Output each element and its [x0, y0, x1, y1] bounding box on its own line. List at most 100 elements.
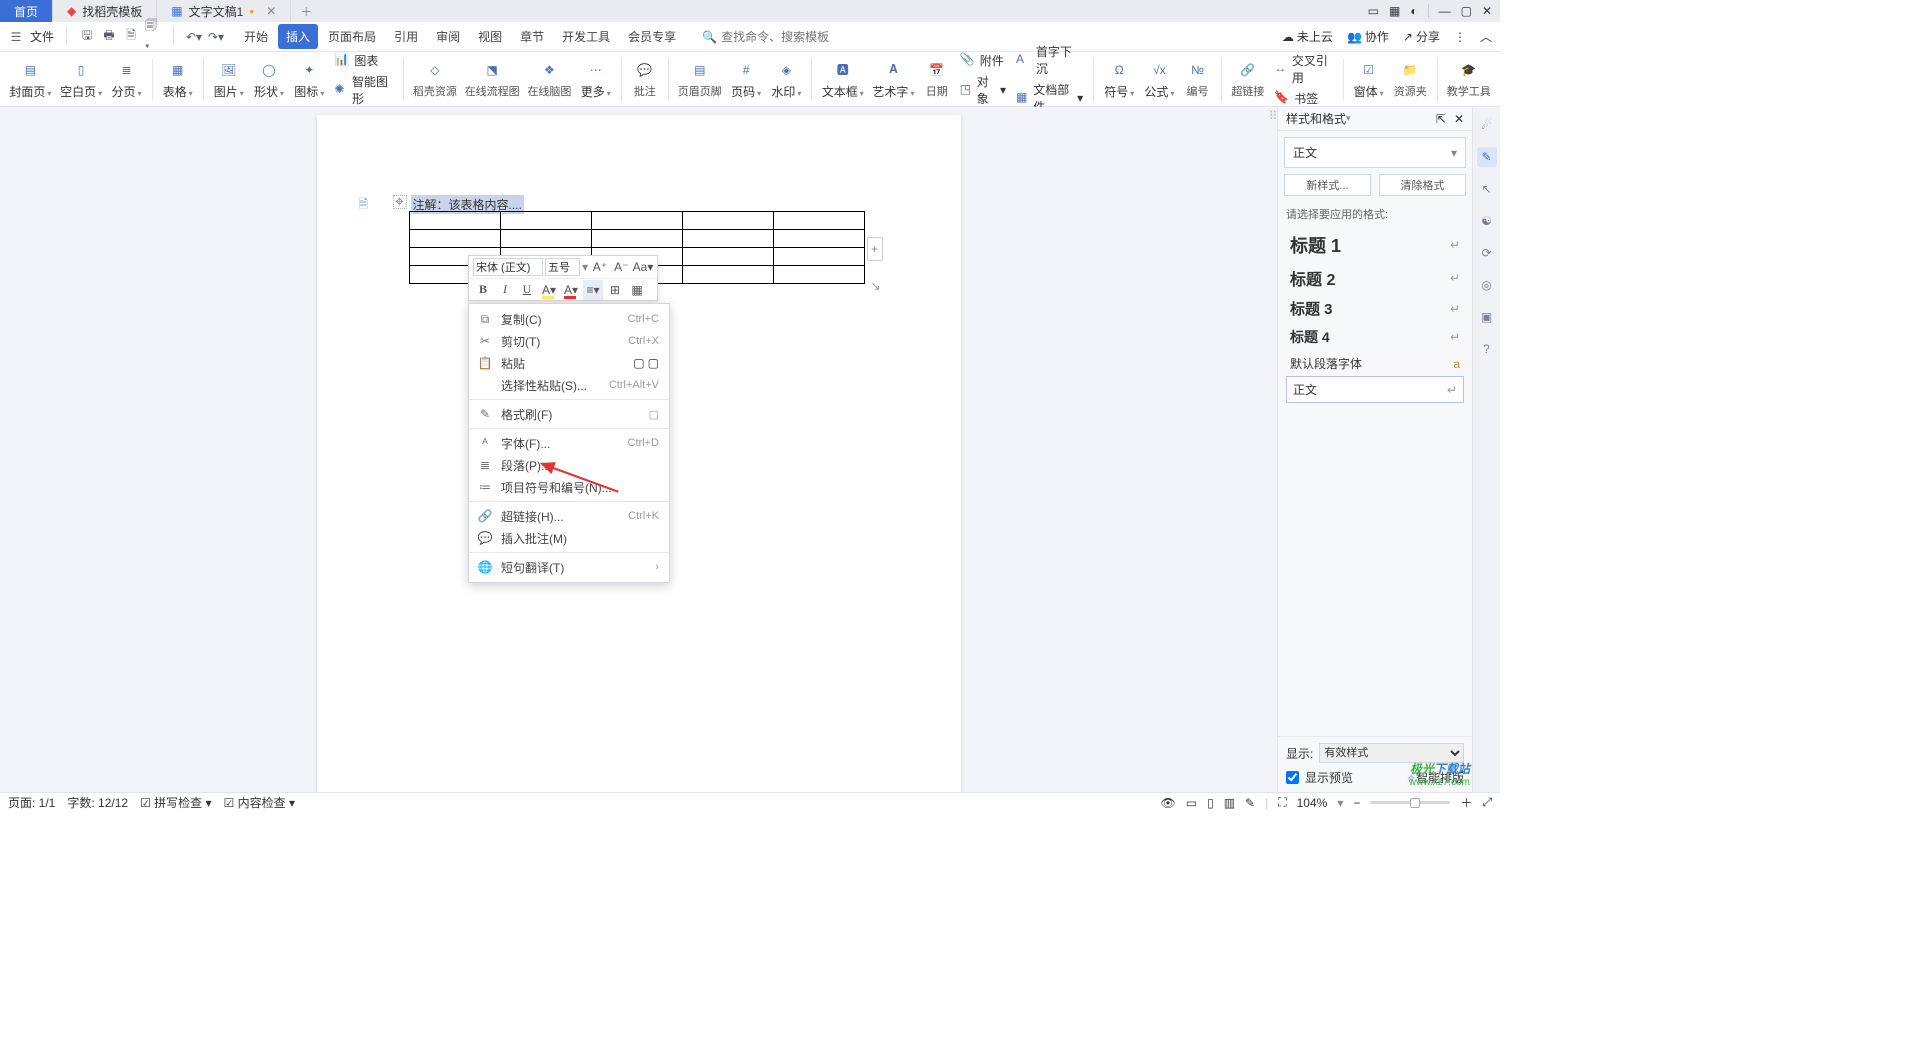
file-menu[interactable]: 文件 [30, 28, 54, 45]
watermark-button[interactable]: ◈水印▾ [767, 57, 805, 102]
fit-page-icon[interactable]: ⛶ [1278, 795, 1286, 810]
attachment-button[interactable]: 📎附件 [956, 51, 1010, 70]
menu-member[interactable]: 会员专享 [620, 24, 684, 49]
zoom-slider[interactable] [1370, 801, 1450, 804]
formula-button[interactable]: √x公式▾ [1140, 57, 1178, 102]
close-tab-icon[interactable]: ✕ [266, 4, 276, 18]
style-default-font[interactable]: 默认段落字体a [1284, 351, 1466, 376]
more-menu-icon[interactable]: ⋮ [1454, 30, 1466, 44]
style-heading1[interactable]: 标题 1↵ [1284, 228, 1466, 262]
docer-resource-button[interactable]: ◇稻壳资源 [410, 57, 460, 101]
menu-icon[interactable]: ☰ [8, 29, 24, 45]
icon-button[interactable]: ✦图标▾ [290, 57, 328, 102]
cloud-status[interactable]: ☁未上云 [1282, 28, 1333, 45]
picture-button[interactable]: 🖼图片▾ [210, 57, 248, 102]
object-button[interactable]: ◳对象▾ [956, 72, 1010, 108]
shrink-font-icon[interactable]: A⁻ [612, 257, 631, 277]
underline-button[interactable]: U [517, 280, 537, 300]
crossref-button[interactable]: ↔交叉引用 [1270, 51, 1336, 87]
smartart-button[interactable]: ✺智能图形 [330, 72, 396, 108]
coop-button[interactable]: 👥协作 [1347, 28, 1389, 45]
side-styles-icon[interactable]: ✎ [1477, 147, 1497, 167]
menu-review[interactable]: 审阅 [428, 24, 468, 49]
wordart-button[interactable]: 𝐀艺术字▾ [869, 57, 918, 102]
italic-button[interactable]: I [495, 280, 515, 300]
change-case-icon[interactable]: Aa▾ [633, 257, 653, 277]
print-icon[interactable]: 🖶 [101, 29, 117, 45]
brush-opt-icon[interactable]: ▢ [649, 408, 659, 421]
menu-view[interactable]: 视图 [470, 24, 510, 49]
ctx-cut[interactable]: ✂剪切(T)Ctrl+X [469, 330, 669, 352]
table-button[interactable]: ▦表格▾ [159, 57, 197, 102]
undo-icon[interactable]: ↶▾ [186, 29, 202, 45]
date-button[interactable]: 📅日期 [920, 57, 954, 101]
preview-checkbox[interactable] [1286, 771, 1299, 784]
menu-start[interactable]: 开始 [236, 24, 276, 49]
layout-mode-icon[interactable]: ▭ [1368, 4, 1379, 18]
show-select[interactable]: 有效样式 [1319, 743, 1464, 763]
ctx-paste[interactable]: 📋粘贴▢ ▢ [469, 352, 669, 374]
collapse-ribbon-icon[interactable]: ︿ [1480, 28, 1492, 45]
view-outline-icon[interactable]: ▥ [1224, 796, 1235, 810]
print-preview-icon[interactable]: 🗎 [123, 29, 139, 45]
side-shapes-icon[interactable]: ☯ [1477, 211, 1497, 231]
menu-insert[interactable]: 插入 [278, 24, 318, 49]
skin-icon[interactable]: ◐ [1410, 4, 1417, 18]
menu-chapter[interactable]: 章节 [512, 24, 552, 49]
blank-page-button[interactable]: ▯空白页▾ [57, 57, 106, 102]
table-resize-handle-icon[interactable]: ↘ [871, 279, 881, 293]
ctx-bullets[interactable]: ≔项目符号和编号(N)... [469, 476, 669, 498]
align-button[interactable]: ≡▾ [583, 280, 603, 300]
ctx-hyperlink[interactable]: 🔗超链接(H)...Ctrl+K [469, 505, 669, 527]
ctx-translate[interactable]: 🌐短句翻译(T)› [469, 556, 669, 578]
numbering-button[interactable]: №编号 [1181, 57, 1215, 101]
style-heading2[interactable]: 标题 2↵ [1284, 262, 1466, 294]
font-color-button[interactable]: A▾ [561, 280, 581, 300]
tab-home[interactable]: 首页 [0, 0, 53, 22]
comment-button[interactable]: 💬批注 [628, 57, 662, 101]
textbox-button[interactable]: 🅰文本框▾ [818, 57, 867, 102]
chart-button[interactable]: 📊图表 [330, 51, 396, 70]
hyperlink-button[interactable]: 🔗超链接 [1227, 57, 1268, 101]
ctx-format-brush[interactable]: ✎格式刷(F)▢ [469, 403, 669, 425]
page-break-button[interactable]: ≣分页▾ [107, 57, 145, 102]
save-icon[interactable]: 🖫 [79, 29, 95, 45]
dropcap-button[interactable]: A首字下沉 [1012, 42, 1087, 78]
clear-format-button[interactable]: 清除格式 [1379, 174, 1466, 196]
app-grid-icon[interactable]: ▦ [1389, 4, 1400, 18]
view-read-icon[interactable]: 👁 [1161, 796, 1176, 810]
bookmark-button[interactable]: 🔖书签 [1270, 89, 1336, 108]
paste-opt-icon[interactable]: ▢ [633, 356, 644, 370]
paste-opt2-icon[interactable]: ▢ [648, 356, 659, 370]
more-button[interactable]: ⋯更多▾ [577, 57, 615, 102]
bold-button[interactable]: B [473, 280, 493, 300]
zoom-level[interactable]: 104% [1297, 796, 1328, 810]
cover-page-button[interactable]: ▤封面页▾ [6, 57, 55, 102]
side-library-icon[interactable]: ▣ [1477, 307, 1497, 327]
share-button[interactable]: ↗分享 [1403, 28, 1440, 45]
borders-mini-icon[interactable]: ▦ [627, 280, 647, 300]
fullscreen-icon[interactable]: ⤢ [1482, 795, 1492, 810]
side-location-icon[interactable]: ◎ [1477, 275, 1497, 295]
ctx-paragraph[interactable]: ≣段落(P)... [469, 454, 669, 476]
font-size-select[interactable]: 五号 [545, 258, 580, 276]
redo-icon[interactable]: ↷▾ [208, 29, 224, 45]
close-window-icon[interactable]: ✕ [1482, 4, 1492, 18]
minimize-icon[interactable]: — [1439, 4, 1451, 18]
status-spellcheck[interactable]: ☑ 拼写检查 ▾ [140, 794, 211, 811]
shape-button[interactable]: ◯形状▾ [250, 57, 288, 102]
side-help-icon[interactable]: ? [1477, 339, 1497, 359]
symbol-button[interactable]: Ω符号▾ [1100, 57, 1138, 102]
new-tab-button[interactable]: ＋ [291, 0, 321, 22]
tab-templates[interactable]: ◆ 找稻壳模板 [53, 0, 157, 22]
ctx-copy[interactable]: ⧉复制(C)Ctrl+C [469, 308, 669, 330]
style-heading4[interactable]: 标题 4↵ [1284, 323, 1466, 351]
command-search[interactable]: 🔍 [702, 30, 861, 44]
style-heading3[interactable]: 标题 3↵ [1284, 294, 1466, 323]
menu-reference[interactable]: 引用 [386, 24, 426, 49]
current-style-select[interactable]: 正文▾ [1284, 137, 1466, 168]
inserttable-mini-icon[interactable]: ⊞ [605, 280, 625, 300]
new-style-button[interactable]: 新样式... [1284, 174, 1371, 196]
view-draft-icon[interactable]: ✎ [1245, 796, 1255, 810]
export-icon[interactable]: 🗐▾ [145, 29, 161, 45]
